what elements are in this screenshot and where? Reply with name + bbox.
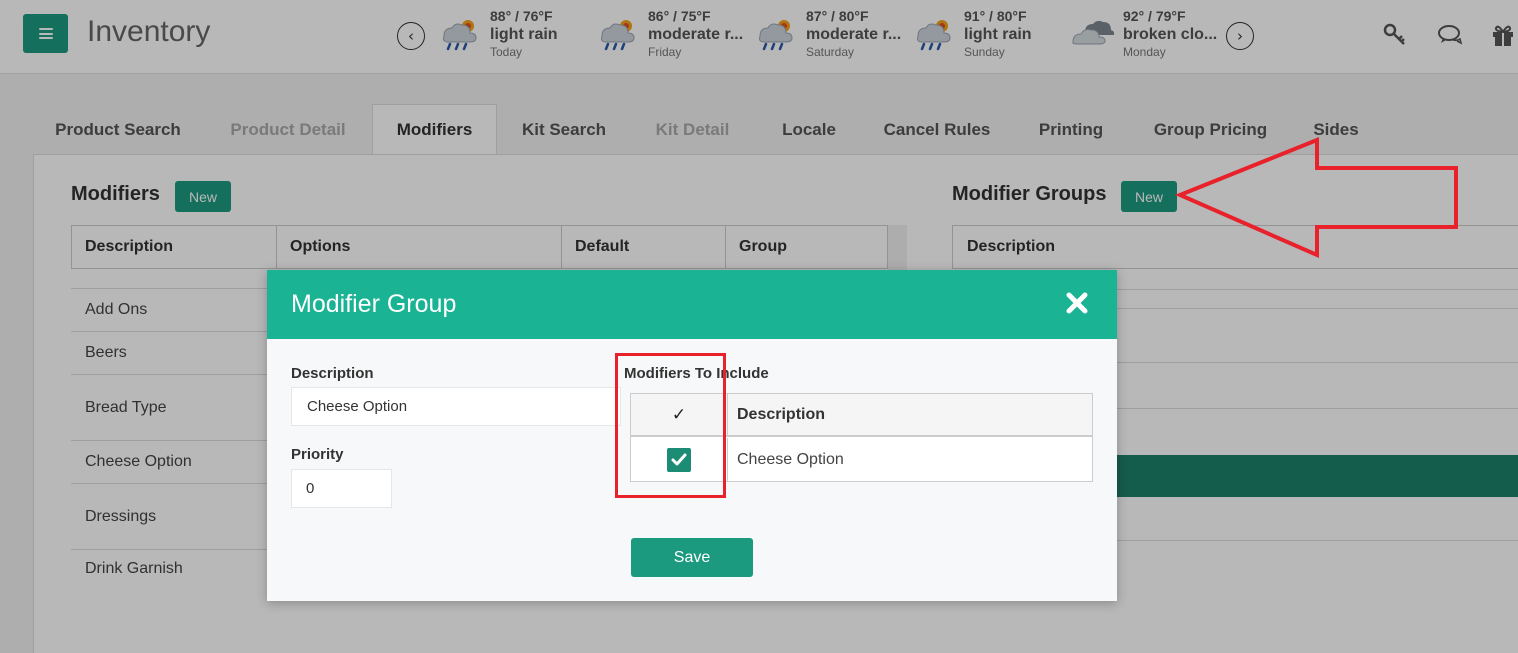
description-value: Cheese Option (307, 398, 408, 415)
annotation-arrow-icon (1174, 137, 1458, 259)
close-icon[interactable] (1064, 290, 1090, 316)
save-button[interactable]: Save (631, 538, 753, 577)
priority-value: 0 (306, 480, 315, 497)
include-row-description: Cheese Option (737, 450, 844, 468)
modal-header: Modifier Group (267, 270, 1117, 339)
modal-title: Modifier Group (291, 290, 457, 318)
priority-label: Priority (291, 446, 344, 463)
description-input[interactable]: Cheese Option (291, 387, 621, 426)
description-label: Description (291, 365, 374, 382)
description-column-header[interactable]: Description (737, 394, 825, 435)
annotation-highlight-box (615, 353, 726, 498)
priority-input[interactable]: 0 (291, 469, 392, 508)
